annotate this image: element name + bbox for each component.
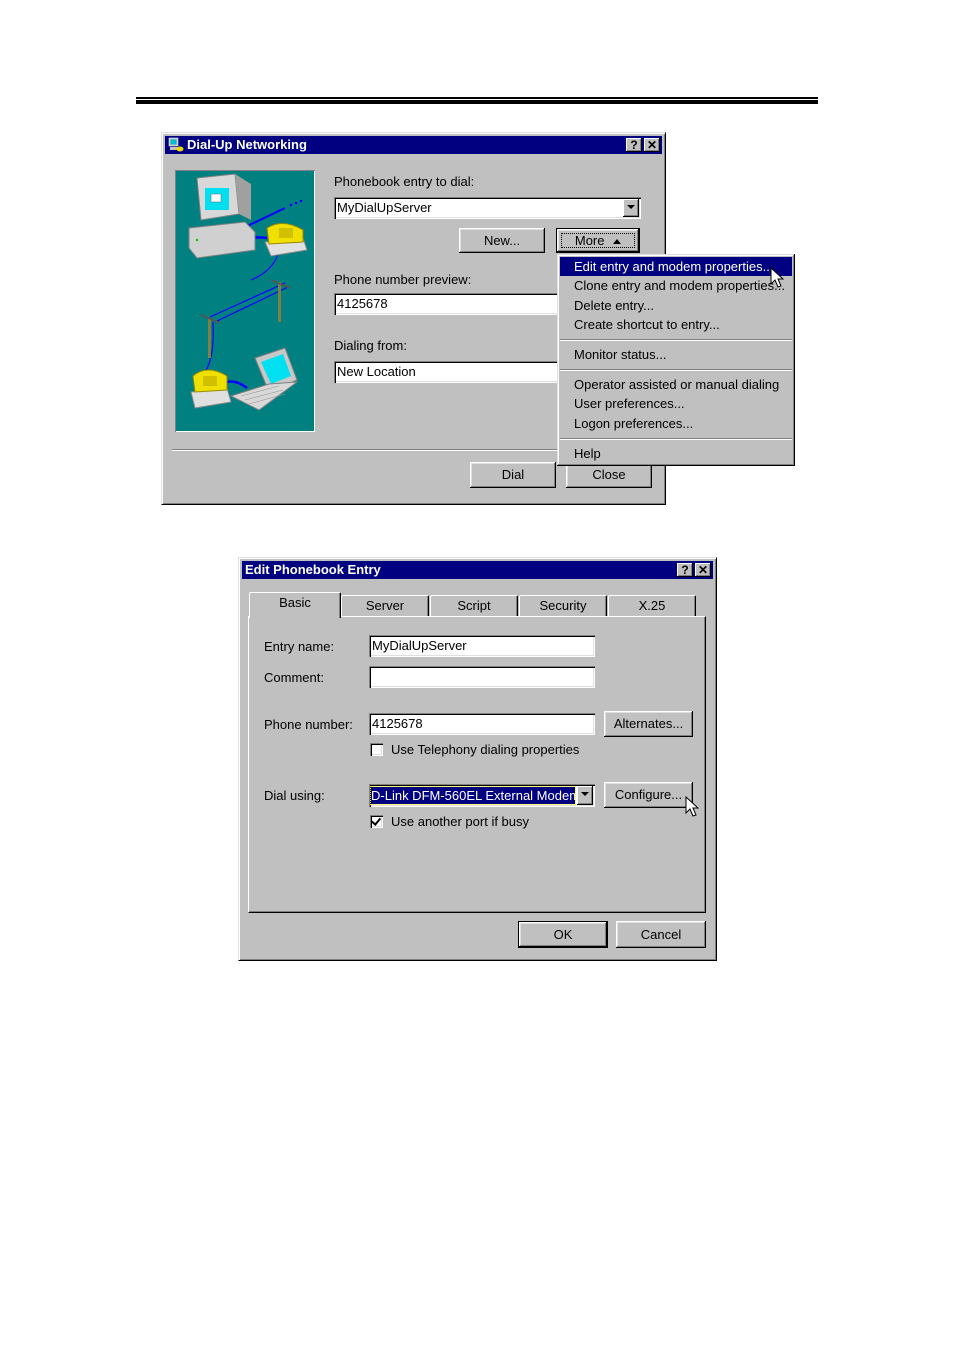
dialup-illustration [175, 170, 315, 432]
telephony-checkbox-label[interactable]: Use Telephony dialing properties [391, 742, 579, 757]
comment-input[interactable] [369, 666, 595, 688]
cancel-button[interactable]: Cancel [616, 921, 706, 948]
new-button-label: New... [483, 233, 521, 248]
alternates-button-label: Alternates... [613, 716, 684, 731]
mouse-pointer-icon [770, 267, 784, 288]
alternates-button[interactable]: Alternates... [604, 711, 693, 737]
dial-using-combo[interactable]: D-Link DFM-560EL External Modem [369, 784, 595, 807]
menu-separator [560, 369, 792, 371]
ok-button[interactable]: OK [518, 921, 608, 948]
title-bar[interactable]: Dial-Up Networking ? ✕ [165, 136, 662, 154]
network-diagram-icon [188, 173, 308, 411]
dial-button[interactable]: Dial [470, 462, 556, 488]
dialing-from-field[interactable]: New Location [334, 361, 564, 383]
chevron-down-icon[interactable] [577, 786, 593, 805]
menu-item-delete-entry[interactable]: Delete entry... [560, 296, 792, 315]
menu-item-user-preferences[interactable]: User preferences... [560, 394, 792, 413]
phonebook-label: Phonebook entry to dial: [334, 174, 475, 189]
chevron-down-icon[interactable] [623, 199, 639, 217]
separator [172, 449, 560, 451]
menu-item-clone-entry[interactable]: Clone entry and modem properties... [560, 276, 792, 295]
tab-server[interactable]: Server [341, 595, 429, 618]
menu-item-edit-entry[interactable]: Edit entry and modem properties... [560, 257, 792, 276]
menu-item-operator-assisted[interactable]: Operator assisted or manual dialing [560, 375, 792, 394]
ok-button-label: OK [553, 927, 573, 942]
entry-name-label: Entry name: [264, 639, 335, 654]
window-title: Dial-Up Networking [187, 137, 307, 152]
entry-name-input[interactable]: MyDialUpServer [369, 635, 595, 657]
menu-separator [560, 438, 792, 440]
dialing-from-value: New Location [337, 364, 416, 379]
basic-tab-panel [248, 616, 706, 913]
tab-script[interactable]: Script [430, 595, 518, 618]
close-button-label: Close [592, 467, 626, 482]
telephony-checkbox[interactable] [370, 743, 383, 756]
dialing-from-label: Dialing from: [334, 338, 407, 353]
phone-number-label: Phone number: [264, 717, 353, 732]
tab-basic[interactable]: Basic [249, 592, 341, 618]
window-title: Edit Phonebook Entry [245, 562, 381, 577]
configure-button[interactable]: Configure... [604, 782, 693, 808]
phonebook-entry-value: MyDialUpServer [337, 200, 432, 215]
mouse-pointer-icon [685, 796, 699, 817]
phone-preview-label: Phone number preview: [334, 272, 472, 287]
entry-name-value: MyDialUpServer [372, 638, 467, 653]
more-button[interactable]: More [556, 228, 640, 253]
menu-item-help[interactable]: Help [560, 444, 792, 463]
menu-item-monitor-status[interactable]: Monitor status... [560, 345, 792, 364]
configure-button-label: Configure... [614, 787, 683, 802]
help-button[interactable]: ? [677, 563, 693, 577]
phone-preview-field[interactable]: 4125678 [334, 293, 564, 315]
header-rule-thin [136, 97, 818, 99]
dial-button-label: Dial [501, 467, 525, 482]
phone-number-value: 4125678 [372, 716, 423, 731]
close-button[interactable]: ✕ [695, 563, 711, 577]
tab-security[interactable]: Security [519, 595, 607, 618]
comment-label: Comment: [264, 670, 324, 685]
menu-item-logon-preferences[interactable]: Logon preferences... [560, 414, 792, 433]
title-bar[interactable]: Edit Phonebook Entry ? ✕ [242, 561, 713, 579]
dialup-app-icon [168, 137, 184, 152]
another-port-checkbox-label[interactable]: Use another port if busy [391, 814, 529, 829]
tab-x25[interactable]: X.25 [608, 595, 696, 618]
focus-rect [561, 233, 635, 248]
header-rule-thick [136, 100, 818, 104]
dial-using-label: Dial using: [264, 788, 325, 803]
close-button[interactable]: ✕ [644, 138, 660, 152]
more-menu: Edit entry and modem properties... Clone… [557, 254, 795, 466]
help-button[interactable]: ? [626, 138, 642, 152]
menu-item-create-shortcut[interactable]: Create shortcut to entry... [560, 315, 792, 334]
menu-separator [560, 339, 792, 341]
phonebook-entry-combo[interactable]: MyDialUpServer [334, 197, 641, 219]
new-button[interactable]: New... [459, 228, 545, 253]
phone-number-input[interactable]: 4125678 [369, 713, 595, 735]
dial-using-value: D-Link DFM-560EL External Modem [370, 786, 576, 805]
cancel-button-label: Cancel [640, 927, 682, 942]
phone-preview-value: 4125678 [337, 296, 388, 311]
another-port-checkbox[interactable] [370, 815, 383, 828]
